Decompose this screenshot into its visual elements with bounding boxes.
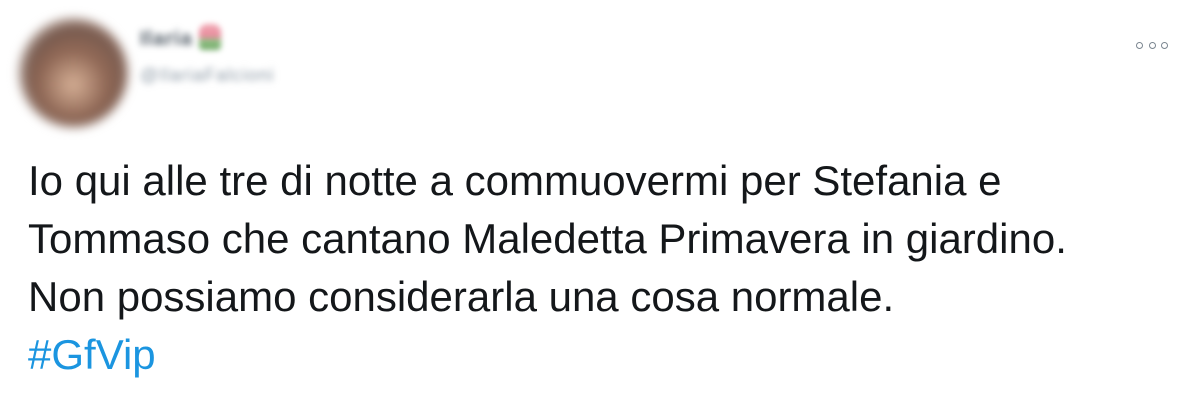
tulip-emoji-icon: [198, 24, 221, 50]
avatar-image: [24, 26, 122, 124]
tweet-body: Io qui alle tre di notte a commuovermi p…: [28, 152, 1188, 384]
user-avatar-icon[interactable]: [18, 18, 128, 128]
hashtag-link[interactable]: #GfVip: [28, 326, 156, 384]
dot-icon: [1136, 41, 1143, 49]
more-options-icon[interactable]: [1136, 38, 1168, 52]
author-block: Ilaria @IlariaFalcioni: [140, 24, 274, 86]
tweet-card: Ilaria @IlariaFalcioni Io qui alle tre d…: [0, 0, 1200, 404]
author-handle[interactable]: @IlariaFalcioni: [140, 65, 274, 86]
tweet-text: Io qui alle tre di notte a commuovermi p…: [28, 157, 1067, 320]
dot-icon: [1161, 41, 1168, 49]
author-name[interactable]: Ilaria: [140, 28, 193, 51]
dot-icon: [1148, 41, 1156, 49]
